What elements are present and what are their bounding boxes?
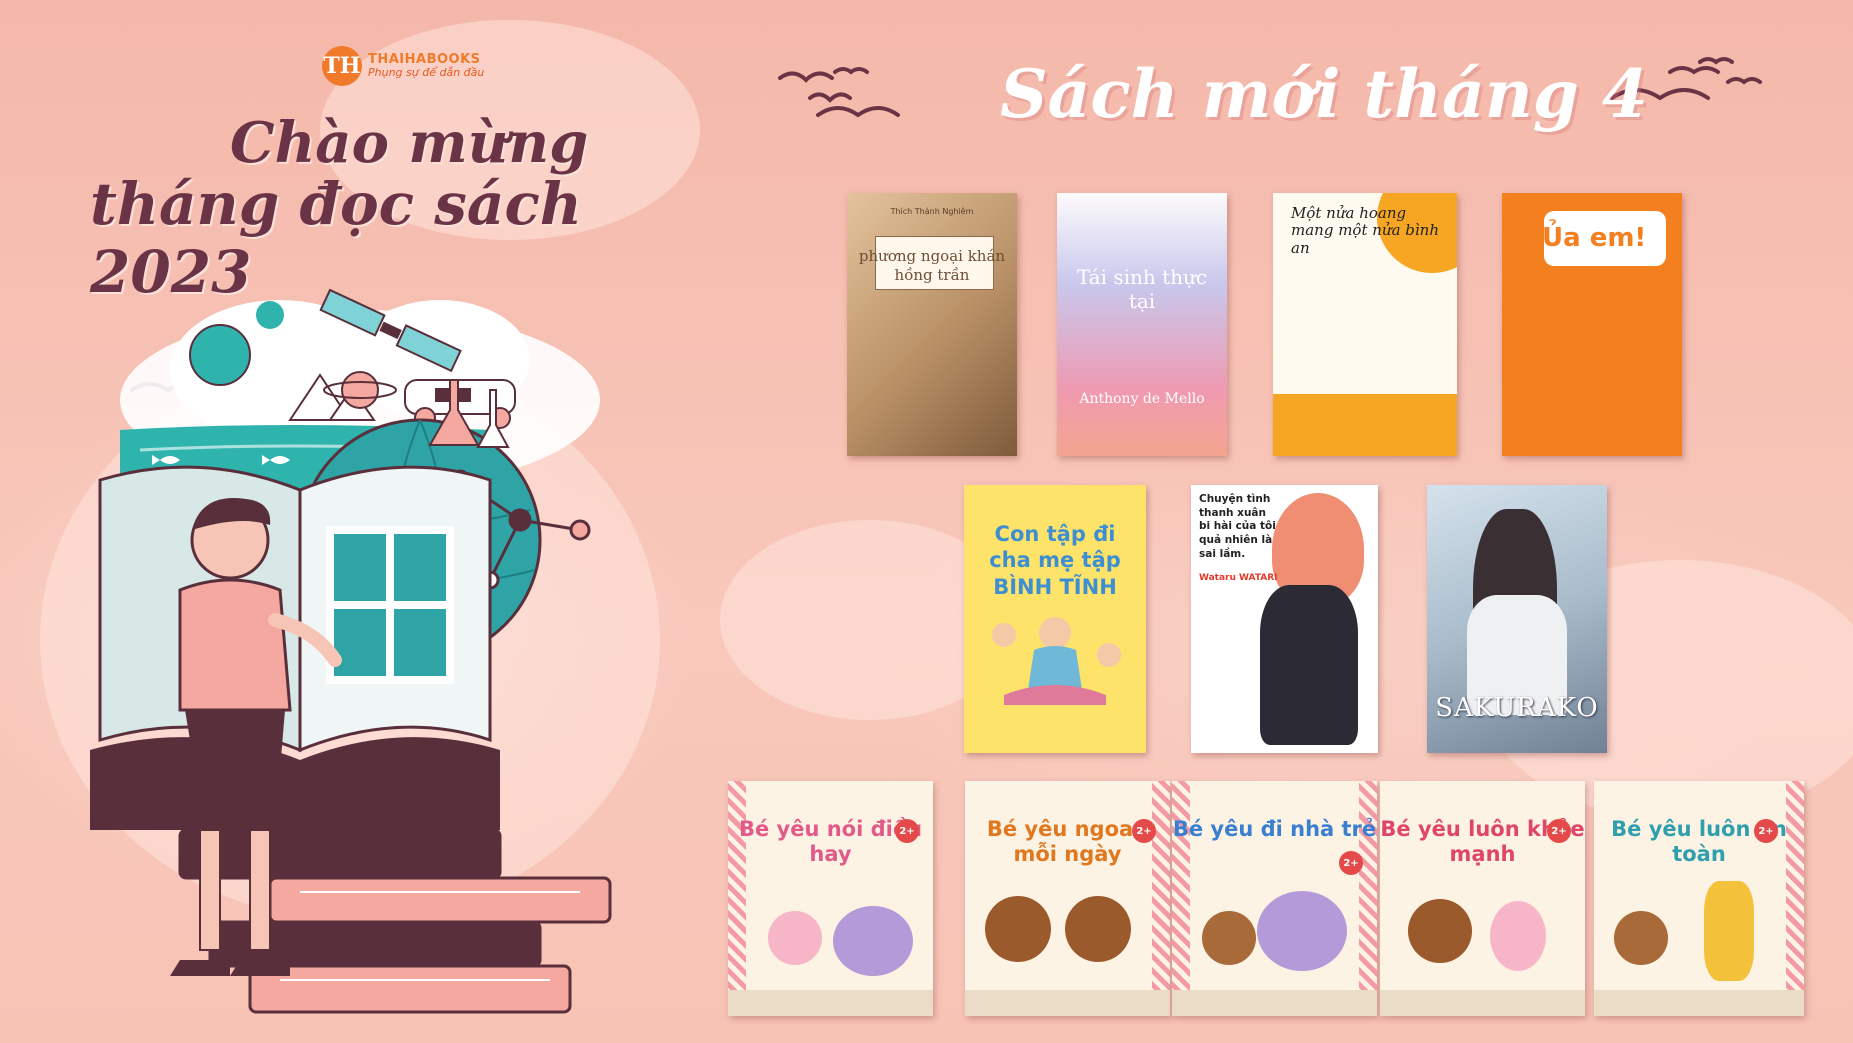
book-tai-sinh-thuc-tai[interactable]: Tái sinh thực tại Anthony de Mello [1057, 193, 1227, 456]
elephant-icon [833, 906, 913, 976]
book-author: Anthony de Mello [1079, 391, 1205, 407]
bird-icon [778, 71, 834, 83]
bird-icon [1698, 57, 1734, 65]
planet-icon [341, 371, 379, 409]
brand-logo[interactable]: TH THAIHABOOKS Phụng sự để dẫn đầu [322, 46, 484, 86]
section-title: Sách mới tháng 4 [1000, 55, 1648, 133]
book-title: SAKURAKO [1435, 693, 1599, 723]
book-ua-em[interactable]: Ủa em! [1502, 193, 1682, 456]
age-badge: 2+ [1339, 851, 1363, 875]
age-badge: 2+ [1132, 819, 1156, 843]
character-body [1260, 585, 1358, 745]
book-sakurako[interactable]: SAKURAKO [1427, 485, 1607, 753]
logo-mark-icon: TH [322, 46, 362, 86]
bird-icon [808, 92, 852, 103]
bird-icon [1726, 77, 1762, 85]
age-badge: 2+ [895, 819, 919, 843]
bunny-icon [1490, 901, 1546, 971]
book-title: phương ngoại khán hồng trần [858, 247, 1006, 284]
monkey-icon [1065, 896, 1131, 962]
planet-icon [256, 301, 284, 329]
brand-slogan: Phụng sự để dẫn đầu [368, 66, 485, 80]
book-chuyen-tinh-thanh-xuan[interactable]: Chuyện tình thanh xuân bi hài của tôi qu… [1191, 485, 1378, 753]
book-title: Một nửa hoang mang một nửa bình an [1291, 204, 1440, 257]
bunny-icon [768, 911, 822, 965]
book-con-tap-di[interactable]: Con tập đi cha mẹ tập BÌNH TĨNH [964, 485, 1146, 753]
ground-shape [1273, 394, 1457, 456]
open-book-icon [90, 465, 500, 830]
monkey-icon [985, 896, 1051, 962]
giraffe-icon [1704, 881, 1754, 981]
bird-icon [816, 106, 900, 118]
book-be-yeu-noi-dieu-hay[interactable]: Bé yêu nói điều hay 2+ [728, 781, 933, 1016]
book-be-yeu-di-nha-tre[interactable]: Bé yêu đi nhà trẻ 2+ [1172, 781, 1377, 1016]
bear-icon [1202, 911, 1256, 965]
book-be-yeu-luon-khoe-manh[interactable]: Bé yêu luôn khỏe mạnh 2+ [1380, 781, 1585, 1016]
book-phuong-ngoai[interactable]: Thích Thánh Nghiêm phương ngoại khán hồn… [847, 193, 1017, 456]
bear-icon [1614, 911, 1668, 965]
monkey-icon [1408, 899, 1472, 963]
book-be-yeu-luon-an-toan[interactable]: Bé yêu luôn an toàn 2+ [1594, 781, 1804, 1016]
bird-icon [833, 67, 869, 75]
elephant-icon [1257, 891, 1347, 971]
reading-illustration [90, 288, 612, 1014]
age-badge: 2+ [1547, 819, 1571, 843]
headline: Chào mừng tháng đọc sách 2023 [90, 110, 690, 306]
book-stack-icon [178, 828, 612, 1014]
book-title: Tái sinh thực tại [1076, 265, 1208, 313]
headline-line1: Chào mừng [230, 110, 589, 176]
book-be-yeu-ngoan-moi-ngay[interactable]: Bé yêu ngoan mỗi ngày 2+ [965, 781, 1170, 1016]
book-title: Ủa em! [1542, 223, 1647, 253]
planet-icon [189, 324, 251, 386]
age-badge: 2+ [1754, 819, 1778, 843]
book-title: Chuyện tình thanh xuân bi hài của tôi qu… [1199, 493, 1276, 560]
bird-icon [1668, 66, 1720, 75]
book-mot-nua-hoang-mang[interactable]: Một nửa hoang mang một nửa bình an [1273, 193, 1457, 456]
book-author: Wataru WATARI [1199, 573, 1278, 583]
book-title: Bé yêu đi nhà trẻ [1172, 817, 1377, 841]
meditation-illustration [992, 617, 1121, 705]
brand-name: THAIHABOOKS [368, 51, 481, 67]
